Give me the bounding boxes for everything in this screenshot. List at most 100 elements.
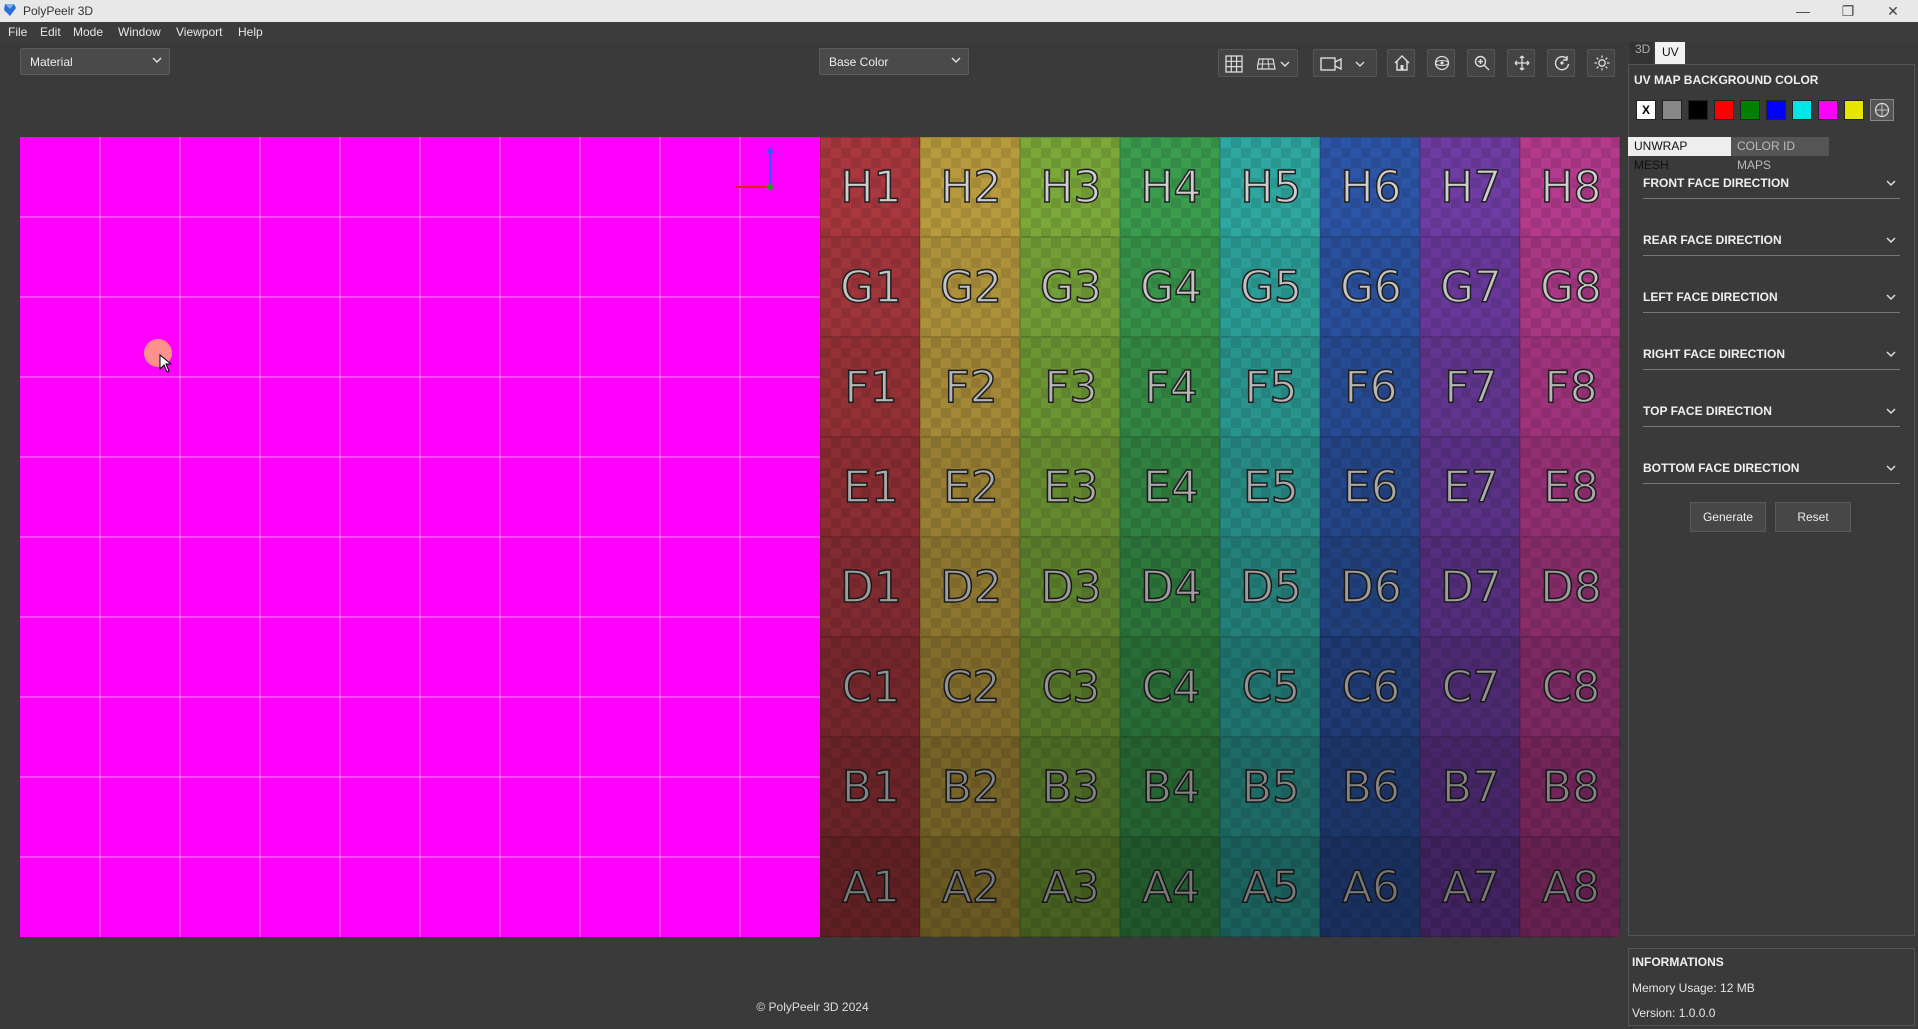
swatch-white[interactable]: X — [1636, 100, 1656, 120]
uv-tile-label: E3 — [1042, 461, 1099, 514]
grid-toggle-button[interactable] — [1218, 49, 1298, 77]
rotate-button[interactable] — [1547, 49, 1575, 77]
uv-tile-label: H5 — [1240, 161, 1303, 214]
swatch-gray[interactable] — [1662, 100, 1682, 120]
uv-grid-lines — [20, 137, 820, 937]
uv-tile: B1 — [820, 737, 921, 838]
tab-uv[interactable]: UV — [1655, 42, 1685, 64]
uv-tile-label: H4 — [1140, 161, 1203, 214]
zoom-button[interactable] — [1467, 49, 1495, 77]
uv-tile-label: F7 — [1444, 361, 1499, 414]
uv-tile: C7 — [1420, 637, 1521, 738]
swatch-cyan[interactable] — [1792, 100, 1812, 120]
section-rear-face[interactable]: REAR FACE DIRECTION — [1643, 227, 1900, 256]
section-label: REAR FACE DIRECTION — [1643, 233, 1782, 247]
uv-tile: B8 — [1520, 737, 1621, 838]
uv-tile: A8 — [1520, 837, 1621, 938]
uv-tile: H6 — [1320, 137, 1421, 238]
camera-button[interactable] — [1313, 49, 1377, 77]
custom-color-button[interactable] — [1870, 99, 1894, 121]
title-bar: PolyPeelr 3D — ❐ ✕ — [0, 0, 1918, 22]
tab-3d[interactable]: 3D — [1630, 42, 1653, 64]
uv-tile: A2 — [920, 837, 1021, 938]
home-view-button[interactable] — [1387, 49, 1415, 77]
close-icon[interactable]: ✕ — [1871, 0, 1915, 22]
material-select[interactable]: Material — [20, 48, 170, 75]
swatch-black[interactable] — [1688, 100, 1708, 120]
uv-tile: G2 — [920, 237, 1021, 338]
uv-tile-label: A3 — [1041, 861, 1101, 914]
orbit-view-button[interactable] — [1427, 49, 1455, 77]
swatch-red[interactable] — [1714, 100, 1734, 120]
uv-canvas[interactable]: H1 H2 H3 H4 H5 H6 H7 H8 G1 G2 G3 G4 G5 G6 G7 G8 F1 F2 F3 F4… — [20, 137, 1621, 938]
pan-button[interactable] — [1507, 49, 1535, 77]
section-front-face[interactable]: FRONT FACE DIRECTION — [1643, 170, 1900, 199]
uv-tile-label: G8 — [1539, 261, 1603, 314]
uv-tile: G7 — [1420, 237, 1521, 338]
menu-help[interactable]: Help — [238, 25, 263, 39]
swatch-yellow[interactable] — [1844, 100, 1864, 120]
zoom-icon — [1474, 55, 1490, 71]
subtab-color-id-maps[interactable]: COLOR ID MAPS — [1731, 137, 1829, 172]
uv-tile: C8 — [1520, 637, 1621, 738]
uv-tile: E2 — [920, 437, 1021, 538]
uv-tile-label: H7 — [1440, 161, 1503, 214]
uv-tile: B6 — [1320, 737, 1421, 838]
uv-tile: F6 — [1320, 337, 1421, 438]
subtab-unwrap-mesh[interactable]: UNWRAP MESH — [1628, 137, 1731, 172]
uv-tile-label: G2 — [939, 261, 1003, 314]
uv-tile: G1 — [820, 237, 921, 338]
uv-tile-label: D3 — [1039, 561, 1102, 614]
uv-tile-label: B3 — [1041, 761, 1101, 814]
section-top-face[interactable]: TOP FACE DIRECTION — [1643, 398, 1900, 427]
uv-tile: A3 — [1020, 837, 1121, 938]
uv-tile: E6 — [1320, 437, 1421, 538]
uv-tile-label: C6 — [1341, 661, 1401, 714]
reset-button[interactable]: Reset — [1775, 502, 1851, 532]
light-icon — [1594, 55, 1610, 71]
uv-tile-label: A7 — [1441, 861, 1501, 914]
section-right-face[interactable]: RIGHT FACE DIRECTION — [1643, 341, 1900, 370]
uv-tile-label: A6 — [1341, 861, 1401, 914]
uv-tile-label: B8 — [1541, 761, 1601, 814]
uv-tile: F4 — [1120, 337, 1221, 438]
uv-gizmo-icon[interactable] — [730, 147, 790, 192]
uv-tile-label: C1 — [841, 661, 901, 714]
chevron-down-icon — [1886, 408, 1896, 415]
uv-tile-label: F3 — [1044, 361, 1099, 414]
channel-select[interactable]: Base Color — [819, 48, 969, 75]
uv-tile: C1 — [820, 637, 921, 738]
swatch-selected-mark: X — [1641, 103, 1650, 117]
maximize-icon[interactable]: ❐ — [1826, 0, 1870, 22]
generate-button[interactable]: Generate — [1690, 502, 1766, 532]
pan-icon — [1514, 55, 1530, 71]
uv-tile-label: C7 — [1441, 661, 1501, 714]
menu-viewport[interactable]: Viewport — [176, 25, 222, 39]
lighting-button[interactable] — [1587, 49, 1615, 77]
toolbar — [0, 42, 1625, 80]
menu-bar: File Edit Mode Window Viewport Help — [0, 22, 1918, 42]
chevron-down-icon — [1886, 465, 1896, 472]
uv-tile: A5 — [1220, 837, 1321, 938]
uv-tile-label: F4 — [1144, 361, 1199, 414]
swatch-green[interactable] — [1740, 100, 1760, 120]
section-bottom-face[interactable]: BOTTOM FACE DIRECTION — [1643, 455, 1900, 484]
swatch-magenta[interactable] — [1818, 100, 1838, 120]
section-left-face[interactable]: LEFT FACE DIRECTION — [1643, 284, 1900, 313]
swatch-blue[interactable] — [1766, 100, 1786, 120]
minimize-icon[interactable]: — — [1781, 0, 1825, 22]
menu-mode[interactable]: Mode — [73, 25, 103, 39]
uv-tile-label: G1 — [839, 261, 903, 314]
menu-edit[interactable]: Edit — [40, 25, 61, 39]
uv-tile-label: A2 — [941, 861, 1001, 914]
uv-tile: G3 — [1020, 237, 1121, 338]
uv-tile: H5 — [1220, 137, 1321, 238]
uv-tile-label: A4 — [1141, 861, 1201, 914]
uv-tile-label: D2 — [939, 561, 1002, 614]
menu-window[interactable]: Window — [118, 25, 161, 39]
camera-icon — [1320, 57, 1365, 71]
uv-tile-label: F5 — [1244, 361, 1299, 414]
uv-tile: E1 — [820, 437, 921, 538]
section-label: BOTTOM FACE DIRECTION — [1643, 461, 1800, 475]
menu-file[interactable]: File — [8, 25, 27, 39]
